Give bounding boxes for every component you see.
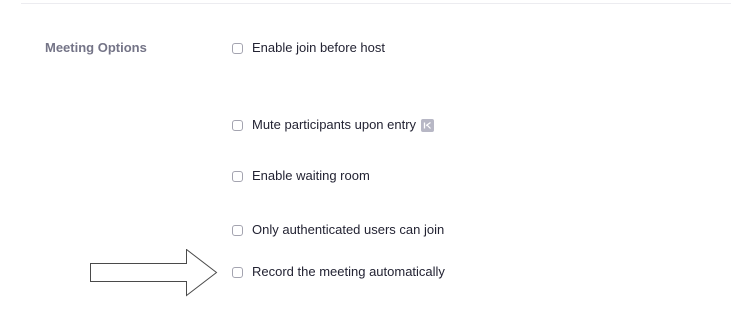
option-label: Enable join before host bbox=[252, 40, 385, 55]
option-label: Mute participants upon entry bbox=[252, 117, 417, 132]
top-divider bbox=[21, 3, 731, 4]
mute-participants-checkbox[interactable] bbox=[232, 119, 243, 131]
option-record-automatically[interactable]: Record the meeting automatically bbox=[232, 263, 445, 281]
option-mute-participants[interactable]: Mute participants upon entry bbox=[232, 116, 435, 134]
right-arrow-icon bbox=[90, 249, 218, 297]
option-enable-waiting-room[interactable]: Enable waiting room bbox=[232, 167, 370, 185]
record-automatically-checkbox[interactable] bbox=[232, 266, 243, 278]
meeting-options-label: Meeting Options bbox=[45, 40, 147, 55]
enable-join-before-host-checkbox[interactable] bbox=[232, 42, 243, 54]
option-enable-join-before-host[interactable]: Enable join before host bbox=[232, 39, 385, 57]
option-label: Enable waiting room bbox=[252, 168, 370, 183]
info-badge-icon[interactable] bbox=[421, 118, 435, 132]
option-label: Record the meeting automatically bbox=[252, 264, 445, 279]
option-authenticated-users[interactable]: Only authenticated users can join bbox=[232, 221, 444, 239]
option-label: Only authenticated users can join bbox=[252, 222, 445, 237]
enable-waiting-room-checkbox[interactable] bbox=[232, 170, 243, 182]
authenticated-users-checkbox[interactable] bbox=[232, 224, 243, 236]
